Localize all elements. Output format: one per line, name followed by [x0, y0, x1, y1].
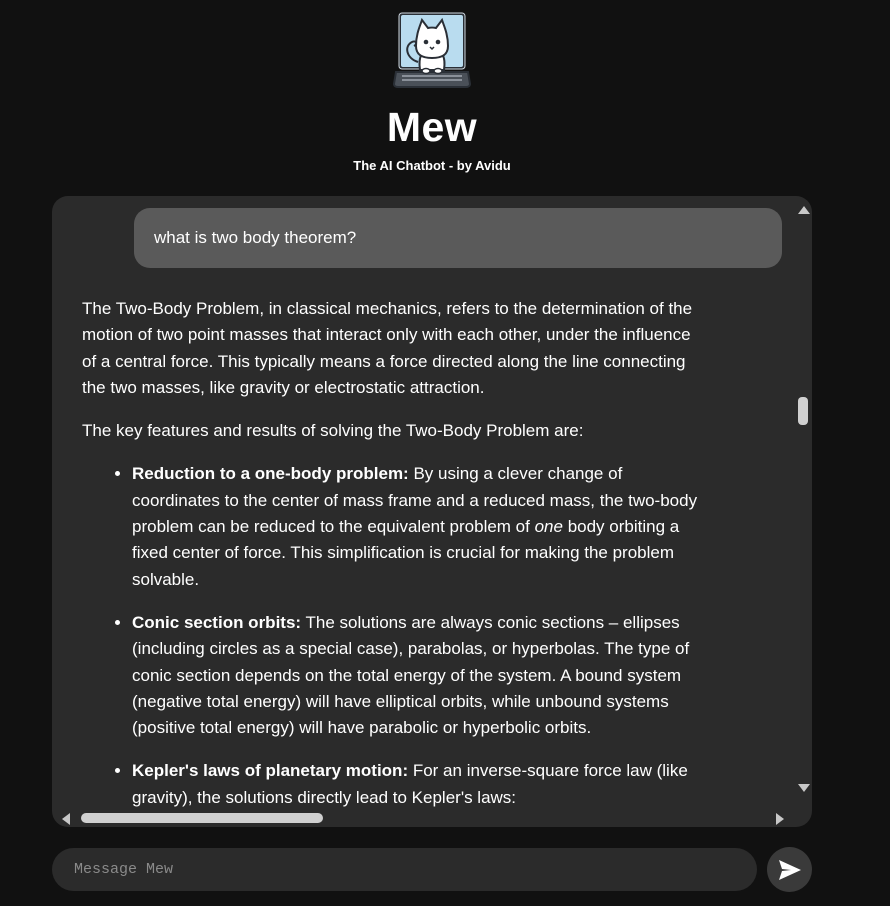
scroll-left-icon[interactable] — [62, 813, 70, 825]
vertical-scroll-thumb[interactable] — [798, 397, 808, 425]
scroll-up-icon[interactable] — [798, 206, 810, 214]
bot-message: The Two-Body Problem, in classical mecha… — [82, 296, 702, 808]
horizontal-scrollbar[interactable] — [52, 808, 794, 827]
scroll-down-icon[interactable] — [798, 784, 810, 792]
message-input[interactable] — [52, 848, 757, 891]
list-item: Kepler's laws of planetary motion: For a… — [132, 758, 702, 808]
app-title: Mew — [386, 104, 478, 150]
bullet-title: Reduction to a one-body problem: — [132, 464, 409, 484]
bullet-title: Conic section orbits: — [132, 612, 302, 632]
vertical-scrollbar[interactable] — [794, 196, 812, 808]
chat-scroll-area[interactable]: what is two body theorem? The Two-Body P… — [52, 196, 794, 808]
chat-panel: what is two body theorem? The Two-Body P… — [52, 196, 812, 827]
horizontal-scroll-thumb[interactable] — [81, 813, 323, 823]
send-arrow-icon — [778, 859, 801, 880]
cat-at-laptop-icon — [392, 12, 472, 88]
app-subtitle: The AI Chatbot - by Avidu — [353, 158, 511, 173]
bot-bullet-list: Reduction to a one-body problem: By usin… — [82, 461, 702, 808]
bullet-emphasis: one — [534, 517, 563, 537]
scroll-right-icon[interactable] — [776, 813, 784, 825]
bot-paragraph: The key features and results of solving … — [82, 421, 584, 441]
list-item: Conic section orbits: The solutions are … — [132, 610, 702, 741]
bullet-title: Kepler's laws of planetary motion: — [132, 761, 409, 781]
send-button[interactable] — [767, 847, 812, 892]
list-item: Reduction to a one-body problem: By usin… — [132, 461, 702, 592]
user-message: what is two body theorem? — [134, 208, 782, 268]
bot-paragraph: The Two-Body Problem, in classical mecha… — [82, 299, 693, 397]
